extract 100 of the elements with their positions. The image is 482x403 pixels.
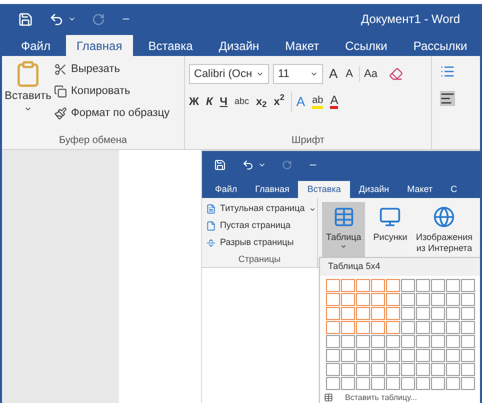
table-grid-cell[interactable] xyxy=(431,320,445,334)
table-grid-cell[interactable] xyxy=(386,362,400,376)
ribbon-tab[interactable]: Вставка xyxy=(298,181,350,198)
table-grid-cell[interactable] xyxy=(461,362,475,376)
table-grid-cell[interactable] xyxy=(446,348,460,362)
highlight-button[interactable]: ab xyxy=(312,94,324,109)
format-button[interactable]: Ч xyxy=(220,94,228,110)
bullets-icon[interactable] xyxy=(440,64,455,79)
table-grid-cell[interactable] xyxy=(416,334,430,348)
caret-icon[interactable] xyxy=(68,15,76,23)
table-grid-cell[interactable] xyxy=(446,278,460,292)
table-grid-cell[interactable] xyxy=(461,292,475,306)
table-grid-cell[interactable] xyxy=(446,376,460,390)
table-grid-cell[interactable] xyxy=(461,348,475,362)
table-grid-cell[interactable] xyxy=(416,278,430,292)
table-grid-cell[interactable] xyxy=(386,334,400,348)
undo-icon[interactable] xyxy=(242,159,254,171)
table-grid-cell[interactable] xyxy=(461,306,475,320)
grow-font-button[interactable]: A xyxy=(327,64,340,84)
ribbon-tab[interactable]: Рассылки xyxy=(402,35,478,56)
table-grid-cell[interactable] xyxy=(356,320,370,334)
table-grid-cell[interactable] xyxy=(326,334,340,348)
table-grid-cell[interactable] xyxy=(341,278,355,292)
insert-table-item[interactable]: Вставить таблицу... xyxy=(320,392,417,403)
table-grid-cell[interactable] xyxy=(386,278,400,292)
table-grid-cell[interactable] xyxy=(461,334,475,348)
format-button[interactable]: abc xyxy=(234,95,249,108)
ribbon-tab[interactable]: Макет xyxy=(274,35,330,56)
table-grid-cell[interactable] xyxy=(371,292,385,306)
table-grid-cell[interactable] xyxy=(341,306,355,320)
table-grid-cell[interactable] xyxy=(446,334,460,348)
table-grid-cell[interactable] xyxy=(371,320,385,334)
table-grid-cell[interactable] xyxy=(341,348,355,362)
ribbon-tab[interactable]: С xyxy=(442,181,466,198)
table-grid-cell[interactable] xyxy=(371,278,385,292)
shrink-font-button[interactable]: A xyxy=(344,66,356,82)
page-command[interactable]: Пустая страница xyxy=(206,219,317,233)
table-grid-cell[interactable] xyxy=(461,278,475,292)
font-color-button[interactable]: A xyxy=(330,94,338,110)
table-grid-cell[interactable] xyxy=(341,334,355,348)
table-grid-cell[interactable] xyxy=(416,348,430,362)
table-grid-cell[interactable] xyxy=(416,362,430,376)
table-grid-cell[interactable] xyxy=(446,320,460,334)
clear-formatting-icon[interactable] xyxy=(389,67,404,81)
font-size-field[interactable]: 11 xyxy=(273,64,323,84)
table-grid-cell[interactable] xyxy=(326,362,340,376)
table-grid-cell[interactable] xyxy=(431,334,445,348)
table-grid-cell[interactable] xyxy=(401,334,415,348)
table-grid-cell[interactable] xyxy=(461,376,475,390)
save-icon[interactable] xyxy=(18,12,33,26)
ribbon-tab[interactable]: Дизайн xyxy=(208,35,270,56)
table-grid-cell[interactable] xyxy=(341,376,355,390)
table-grid-cell[interactable] xyxy=(401,320,415,334)
table-grid-cell[interactable] xyxy=(356,348,370,362)
table-grid-cell[interactable] xyxy=(401,348,415,362)
insert-button[interactable]: Таблица xyxy=(322,202,366,260)
table-grid-cell[interactable] xyxy=(356,278,370,292)
ribbon-tab[interactable]: Макет xyxy=(398,181,442,198)
table-grid-cell[interactable] xyxy=(341,292,355,306)
format-button[interactable]: К xyxy=(206,94,213,110)
table-grid-cell[interactable] xyxy=(341,362,355,376)
table-grid-cell[interactable] xyxy=(326,320,340,334)
table-grid-cell[interactable] xyxy=(446,306,460,320)
format-button[interactable]: x$^{2}$ xyxy=(274,94,284,110)
table-grid-cell[interactable] xyxy=(356,362,370,376)
table-grid-cell[interactable] xyxy=(326,348,340,362)
table-grid-cell[interactable] xyxy=(431,306,445,320)
change-case-button[interactable]: Aa xyxy=(359,66,382,82)
table-grid-cell[interactable] xyxy=(371,334,385,348)
table-grid-cell[interactable] xyxy=(401,278,415,292)
table-grid-cell[interactable] xyxy=(431,278,445,292)
table-grid-cell[interactable] xyxy=(386,348,400,362)
table-grid-cell[interactable] xyxy=(416,292,430,306)
caret-icon[interactable] xyxy=(258,161,266,169)
text-effects-button[interactable]: A xyxy=(291,92,306,112)
table-grid-cell[interactable] xyxy=(446,292,460,306)
table-grid-cell[interactable] xyxy=(326,306,340,320)
table-grid-cell[interactable] xyxy=(371,376,385,390)
ribbon-tab[interactable]: Главная xyxy=(66,35,134,56)
table-grid-cell[interactable] xyxy=(401,306,415,320)
table-grid-cell[interactable] xyxy=(386,292,400,306)
paste-button[interactable]: Вставить xyxy=(2,60,54,131)
clipboard-command[interactable]: Копировать xyxy=(54,82,170,101)
table-grid-cell[interactable] xyxy=(371,306,385,320)
table-grid-cell[interactable] xyxy=(386,306,400,320)
table-grid-cell[interactable] xyxy=(356,306,370,320)
table-grid-cell[interactable] xyxy=(371,348,385,362)
ribbon-tab[interactable]: Вставка xyxy=(137,35,204,56)
ribbon-tab[interactable]: Файл xyxy=(206,181,246,198)
table-grid-cell[interactable] xyxy=(431,376,445,390)
page-command[interactable]: Титульная страница xyxy=(206,202,317,216)
table-grid-cell[interactable] xyxy=(416,320,430,334)
clipboard-command[interactable]: Вырезать xyxy=(54,60,170,79)
font-name-field[interactable]: Calibri (Осн xyxy=(189,64,269,84)
table-grid-cell[interactable] xyxy=(326,278,340,292)
insert-button[interactable]: Изображения из Интернета xyxy=(415,202,474,258)
undo-icon[interactable] xyxy=(49,12,64,26)
ribbon-tab[interactable]: Дизайн xyxy=(350,181,398,198)
format-button[interactable]: Ж xyxy=(189,94,199,110)
table-grid-cell[interactable] xyxy=(446,362,460,376)
